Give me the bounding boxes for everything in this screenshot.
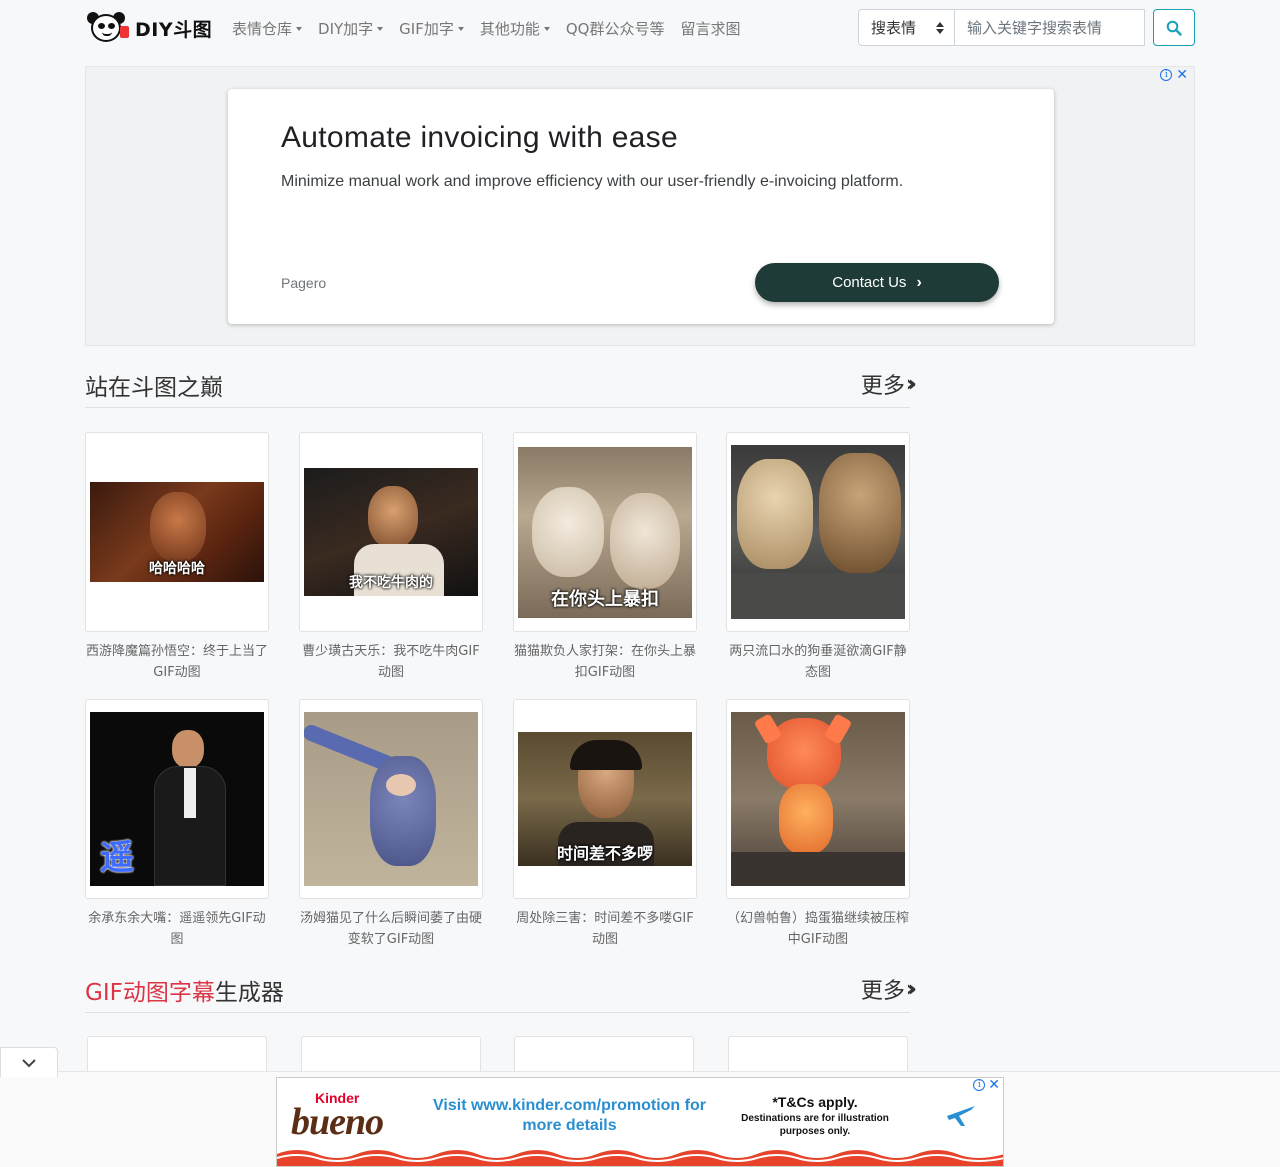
nav-item-other-features[interactable]: 其他功能 xyxy=(480,18,550,39)
meme-caption[interactable]: 两只流口水的狗垂涎欲滴GIF静态图 xyxy=(726,641,910,683)
navbar: DIY斗图 表情仓库 DIY加字 GIF加字 其他功能 QQ群公众号等 留言求图… xyxy=(0,0,1280,58)
nav-item-diy-text[interactable]: DIY加字 xyxy=(318,18,384,39)
ad-terms: *T&Cs apply. Destinations are for illust… xyxy=(741,1094,889,1137)
search-input[interactable] xyxy=(955,9,1145,46)
collapse-ad-button[interactable] xyxy=(0,1047,58,1077)
meme-card[interactable]: 我不吃牛肉的 xyxy=(299,432,483,632)
double-chevron-right-icon: ›› xyxy=(905,371,917,397)
meme-thumbnail[interactable]: 我不吃牛肉的 xyxy=(304,468,478,596)
meme-caption[interactable]: 周处除三害：时间差不多喽GIF动图 xyxy=(513,908,697,950)
ad-title: Automate invoicing with ease xyxy=(281,121,678,154)
meme-card[interactable]: 哈哈哈哈 xyxy=(85,432,269,632)
meme-caption[interactable]: 余承东余大嘴：遥遥领先GIF动图 xyxy=(85,908,269,950)
caret-down-icon xyxy=(377,27,384,31)
meme-thumbnail[interactable]: 在你头上暴扣 xyxy=(518,447,692,618)
caret-down-icon xyxy=(296,27,303,31)
ad-choices[interactable]: i ✕ xyxy=(1160,68,1188,82)
ad-info-icon[interactable]: i xyxy=(1160,69,1173,81)
select-arrows-icon xyxy=(936,22,944,34)
brand-name: DIY斗图 xyxy=(135,18,213,41)
meme-card[interactable] xyxy=(726,699,910,899)
section-header-top: 站在斗图之巅 更多 ›› xyxy=(85,366,917,408)
section-title: GIF动图字幕生成器 xyxy=(85,980,284,1006)
meme-card[interactable]: 时间差不多啰 xyxy=(513,699,697,899)
meme-card[interactable]: 在你头上暴扣 xyxy=(513,432,697,632)
ad-close-icon[interactable]: ✕ xyxy=(988,1078,1000,1092)
decorative-wave xyxy=(277,1150,1003,1166)
more-link[interactable]: 更多 ›› xyxy=(861,368,917,400)
section-title: 站在斗图之巅 xyxy=(85,375,223,401)
bottom-ad-banner[interactable]: Kinder bueno Visit www.kinder.com/promot… xyxy=(276,1077,1004,1167)
ad-info-icon[interactable]: i xyxy=(973,1079,986,1091)
top-ad-banner: i ✕ Automate invoicing with ease Minimiz… xyxy=(85,66,1195,346)
meme-caption[interactable]: （幻兽帕鲁）捣蛋猫继续被压榨中GIF动图 xyxy=(726,908,910,950)
caret-down-icon xyxy=(457,27,464,31)
ad-close-icon[interactable]: ✕ xyxy=(1176,68,1188,82)
chevron-down-icon xyxy=(22,1058,36,1067)
meme-thumbnail[interactable]: 遥 xyxy=(90,712,264,886)
main-nav: 表情仓库 DIY加字 GIF加字 其他功能 QQ群公众号等 留言求图 xyxy=(232,18,757,39)
nav-item-emoji-warehouse[interactable]: 表情仓库 xyxy=(232,18,303,39)
nav-item-request-image[interactable]: 留言求图 xyxy=(680,18,740,39)
meme-thumbnail[interactable] xyxy=(731,712,905,886)
ad-description: Minimize manual work and improve efficie… xyxy=(281,173,904,190)
search-type-select[interactable]: 搜表情 xyxy=(858,9,955,46)
section-header-gif-generator: GIF动图字幕生成器 更多 ›› xyxy=(85,971,917,1013)
ad-contact-button[interactable]: Contact Us › xyxy=(755,263,999,302)
meme-card[interactable] xyxy=(299,699,483,899)
meme-card[interactable]: 遥 xyxy=(85,699,269,899)
meme-caption[interactable]: 猫猫欺负人家打架：在你头上暴扣GIF动图 xyxy=(513,641,697,683)
meme-thumbnail[interactable] xyxy=(304,712,478,886)
ad-source: Pagero xyxy=(281,275,327,291)
brand-link[interactable]: DIY斗图 xyxy=(85,12,212,44)
meme-caption[interactable]: 西游降魔篇孙悟空：终于上当了GIF动图 xyxy=(85,641,269,683)
meme-thumbnail[interactable]: 哈哈哈哈 xyxy=(90,482,264,582)
nav-item-qq-groups[interactable]: QQ群公众号等 xyxy=(566,18,665,39)
bueno-logo-text: bueno xyxy=(291,1101,384,1143)
double-chevron-right-icon: ›› xyxy=(905,976,917,1002)
airplane-icon xyxy=(947,1106,975,1126)
meme-card[interactable] xyxy=(726,432,910,632)
search-button[interactable] xyxy=(1153,9,1195,46)
more-link[interactable]: 更多 ›› xyxy=(861,973,917,1005)
nav-item-gif-text[interactable]: GIF加字 xyxy=(399,18,464,39)
ad-choices[interactable]: i ✕ xyxy=(973,1078,1000,1092)
chevron-right-icon: › xyxy=(916,273,922,291)
meme-thumbnail[interactable] xyxy=(731,445,905,619)
search-icon xyxy=(1166,20,1182,36)
meme-caption[interactable]: 曹少璜古天乐：我不吃牛肉GIF动图 xyxy=(299,641,483,683)
panda-logo-icon xyxy=(85,12,129,44)
ad-card[interactable]: Automate invoicing with ease Minimize ma… xyxy=(228,89,1054,324)
meme-caption[interactable]: 汤姆猫见了什么后瞬间萎了由硬变软了GIF动图 xyxy=(299,908,483,950)
ad-message: Visit www.kinder.com/promotion for more … xyxy=(433,1097,706,1134)
caret-down-icon xyxy=(543,27,550,31)
meme-thumbnail[interactable]: 时间差不多啰 xyxy=(518,732,692,866)
